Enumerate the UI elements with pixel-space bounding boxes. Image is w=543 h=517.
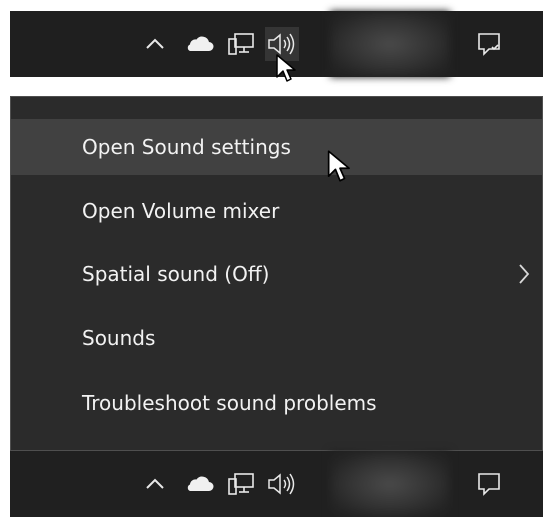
taskbar-top	[10, 11, 543, 82]
menu-item-troubleshoot-sound-problems[interactable]: Troubleshoot sound problems	[11, 375, 542, 431]
menu-item-label: Troubleshoot sound problems	[82, 391, 377, 415]
menu-item-label: Sounds	[82, 326, 156, 350]
blurred-clock-region	[330, 451, 450, 517]
network-icon[interactable]	[224, 467, 258, 501]
volume-icon[interactable]	[265, 467, 299, 501]
onedrive-cloud-icon[interactable]	[182, 27, 216, 61]
menu-item-sounds[interactable]: Sounds	[11, 310, 542, 366]
menu-item-label: Spatial sound (Off)	[82, 262, 270, 286]
menu-item-open-sound-settings[interactable]: Open Sound settings	[11, 119, 542, 175]
chevron-right-icon	[519, 264, 530, 284]
sound-context-menu: Open Sound settings Open Volume mixer Sp…	[10, 96, 543, 451]
taskbar-bottom	[10, 451, 543, 517]
screenshot-stage: Open Sound settings Open Volume mixer Sp…	[0, 0, 543, 517]
menu-item-label: Open Volume mixer	[82, 199, 280, 223]
menu-item-open-volume-mixer[interactable]: Open Volume mixer	[11, 183, 542, 239]
action-center-icon[interactable]	[472, 467, 506, 501]
blurred-clock-region	[330, 11, 450, 77]
menu-item-label: Open Sound settings	[82, 135, 291, 159]
chevron-up-icon[interactable]	[138, 27, 172, 61]
mouse-cursor-icon	[327, 150, 350, 182]
mouse-cursor-icon	[276, 54, 296, 82]
action-center-icon[interactable]	[472, 27, 506, 61]
menu-item-spatial-sound[interactable]: Spatial sound (Off)	[11, 246, 542, 302]
onedrive-cloud-icon[interactable]	[182, 467, 216, 501]
network-icon[interactable]	[224, 27, 258, 61]
chevron-up-icon[interactable]	[138, 467, 172, 501]
